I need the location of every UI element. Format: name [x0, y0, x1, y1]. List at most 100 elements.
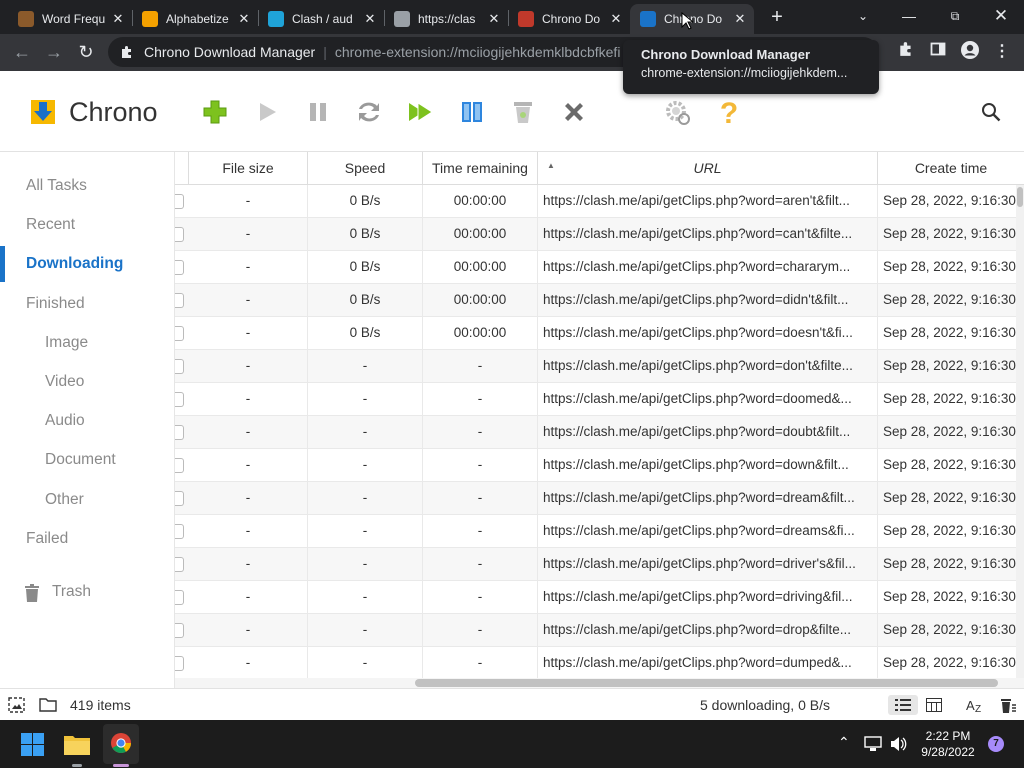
profile-avatar-icon[interactable] [958, 40, 982, 64]
extensions-icon[interactable] [894, 40, 918, 64]
delete-x-icon[interactable] [559, 97, 589, 127]
sidebar-item-other[interactable]: Other [0, 482, 174, 518]
windows-start-icon[interactable] [21, 733, 44, 756]
start-all-icon[interactable] [405, 97, 435, 127]
column-header-speed[interactable]: Speed [308, 152, 423, 185]
restart-icon[interactable] [354, 97, 384, 127]
volume-icon[interactable] [889, 735, 907, 753]
table-row[interactable]: - - - https://clash.me/api/getClips.php?wor… [175, 647, 1024, 680]
tab-close-icon[interactable]: ✕ [110, 11, 126, 27]
horizontal-scrollbar-thumb[interactable] [415, 679, 998, 687]
back-arrow-icon[interactable]: ← [8, 38, 36, 66]
file-explorer-icon[interactable] [64, 733, 90, 755]
table-row[interactable]: -0 B/s 00:00:00 https://clash.me/api/getCl… [175, 218, 1024, 251]
sidebar-item-document[interactable]: Document [0, 442, 174, 478]
grid-view-icon[interactable] [926, 698, 942, 712]
row-checkbox[interactable] [175, 458, 184, 473]
row-checkbox[interactable] [175, 656, 184, 671]
restore-button[interactable]: ⧉ [932, 0, 978, 34]
row-checkbox[interactable] [175, 293, 184, 308]
chrome-taskbar-button[interactable] [103, 724, 139, 764]
search-icon[interactable] [980, 101, 1002, 123]
browser-tab[interactable]: https://clas ✕ [384, 4, 508, 34]
row-checkbox[interactable] [175, 524, 184, 539]
table-row[interactable]: - - - https://clash.me/api/getClips.php?wor… [175, 614, 1024, 647]
row-checkbox[interactable] [175, 590, 184, 605]
table-row[interactable]: - - - https://clash.me/api/getClips.php?wor… [175, 350, 1024, 383]
add-task-icon[interactable] [200, 97, 230, 127]
table-row[interactable]: - - - https://clash.me/api/getClips.php?wor… [175, 548, 1024, 581]
help-question-icon[interactable]: ? [714, 97, 744, 127]
row-checkbox[interactable] [175, 227, 184, 242]
table-row[interactable]: - - - https://clash.me/api/getClips.php?wor… [175, 416, 1024, 449]
settings-gear-icon[interactable] [662, 97, 692, 127]
row-checkbox[interactable] [175, 623, 184, 638]
folder-icon[interactable] [39, 697, 57, 712]
horizontal-scrollbar[interactable] [175, 678, 1024, 688]
clean-trash-icon[interactable] [508, 97, 538, 127]
network-icon[interactable] [864, 736, 882, 752]
browser-tab[interactable]: Clash / aud ✕ [258, 4, 384, 34]
start-icon[interactable] [252, 97, 282, 127]
pause-icon[interactable] [303, 97, 333, 127]
row-checkbox[interactable] [175, 359, 184, 374]
row-checkbox[interactable] [175, 194, 184, 209]
forward-arrow-icon[interactable]: → [40, 38, 68, 66]
row-checkbox[interactable] [175, 326, 184, 341]
sidebar-item-image[interactable]: Image [0, 325, 174, 361]
screenshot-select-icon[interactable] [8, 697, 25, 713]
table-row[interactable]: -0 B/s 00:00:00 https://clash.me/api/getCl… [175, 185, 1024, 218]
row-checkbox[interactable] [175, 425, 184, 440]
sidebar-item-finished[interactable]: Finished [0, 286, 174, 322]
tab-close-icon[interactable]: ✕ [486, 11, 502, 27]
row-checkbox[interactable] [175, 392, 184, 407]
vertical-scrollbar-thumb[interactable] [1017, 187, 1023, 207]
close-window-button[interactable]: ✕ [978, 0, 1024, 34]
clear-list-icon[interactable] [999, 697, 1017, 713]
browser-tab[interactable]: Chrono Do ✕ [508, 4, 630, 34]
header-checkbox-column[interactable] [175, 152, 189, 185]
tab-close-icon[interactable]: ✕ [362, 11, 378, 27]
browser-tab[interactable]: Word Frequ ✕ [8, 4, 132, 34]
column-header-url[interactable]: URL [538, 152, 878, 185]
more-menu-icon[interactable]: ⋮ [990, 40, 1014, 64]
row-checkbox[interactable] [175, 491, 184, 506]
vertical-scrollbar[interactable] [1016, 185, 1024, 685]
browser-tab[interactable]: Alphabetize ✕ [132, 4, 258, 34]
sidebar-item-downloading[interactable]: Downloading [0, 246, 174, 282]
table-row[interactable]: - - - https://clash.me/api/getClips.php?wor… [175, 482, 1024, 515]
table-row[interactable]: - - - https://clash.me/api/getClips.php?wor… [175, 515, 1024, 548]
tab-close-icon[interactable]: ✕ [236, 11, 252, 27]
sidebar-item-recent[interactable]: Recent [0, 207, 174, 243]
row-checkbox[interactable] [175, 260, 184, 275]
table-row[interactable]: - - - https://clash.me/api/getClips.php?wor… [175, 383, 1024, 416]
column-header-file-size[interactable]: File size [189, 152, 308, 185]
sidebar-item-video[interactable]: Video [0, 364, 174, 400]
notification-badge[interactable]: 7 [988, 736, 1004, 752]
tab-search-icon[interactable]: ⌄ [840, 0, 886, 34]
table-row[interactable]: - - - https://clash.me/api/getClips.php?wor… [175, 449, 1024, 482]
sidebar-item-all-tasks[interactable]: All Tasks [0, 168, 174, 204]
browser-tab-strip: Word Frequ ✕ Alphabetize ✕ Clash / aud ✕ https… [0, 0, 1024, 34]
chevron-up-icon[interactable]: ⌃ [838, 734, 850, 751]
sidebar-item-audio[interactable]: Audio [0, 403, 174, 439]
table-row[interactable]: - - - https://clash.me/api/getClips.php?wor… [175, 581, 1024, 614]
reload-icon[interactable]: ↻ [72, 38, 100, 66]
column-header-create-time[interactable]: Create time [878, 152, 1024, 185]
row-checkbox[interactable] [175, 557, 184, 572]
minimize-button[interactable]: — [886, 0, 932, 34]
list-view-button[interactable] [888, 695, 918, 715]
tab-close-icon[interactable]: ✕ [608, 11, 624, 27]
table-row[interactable]: -0 B/s 00:00:00 https://clash.me/api/getCl… [175, 251, 1024, 284]
tab-close-icon[interactable]: ✕ [732, 11, 748, 27]
sidebar-item-trash[interactable]: Trash [0, 575, 174, 611]
columns-icon[interactable] [457, 97, 487, 127]
sort-az-icon[interactable]: AZ [966, 697, 986, 713]
taskbar-clock[interactable]: 2:22 PM 9/28/2022 [912, 728, 984, 760]
table-row[interactable]: -0 B/s 00:00:00 https://clash.me/api/getCl… [175, 317, 1024, 350]
column-header-time-remaining[interactable]: Time remaining [423, 152, 538, 185]
table-row[interactable]: -0 B/s 00:00:00 https://clash.me/api/getCl… [175, 284, 1024, 317]
new-tab-button[interactable]: + [766, 6, 788, 28]
sidebar-item-failed[interactable]: Failed [0, 521, 174, 557]
side-panel-icon[interactable] [926, 40, 950, 64]
